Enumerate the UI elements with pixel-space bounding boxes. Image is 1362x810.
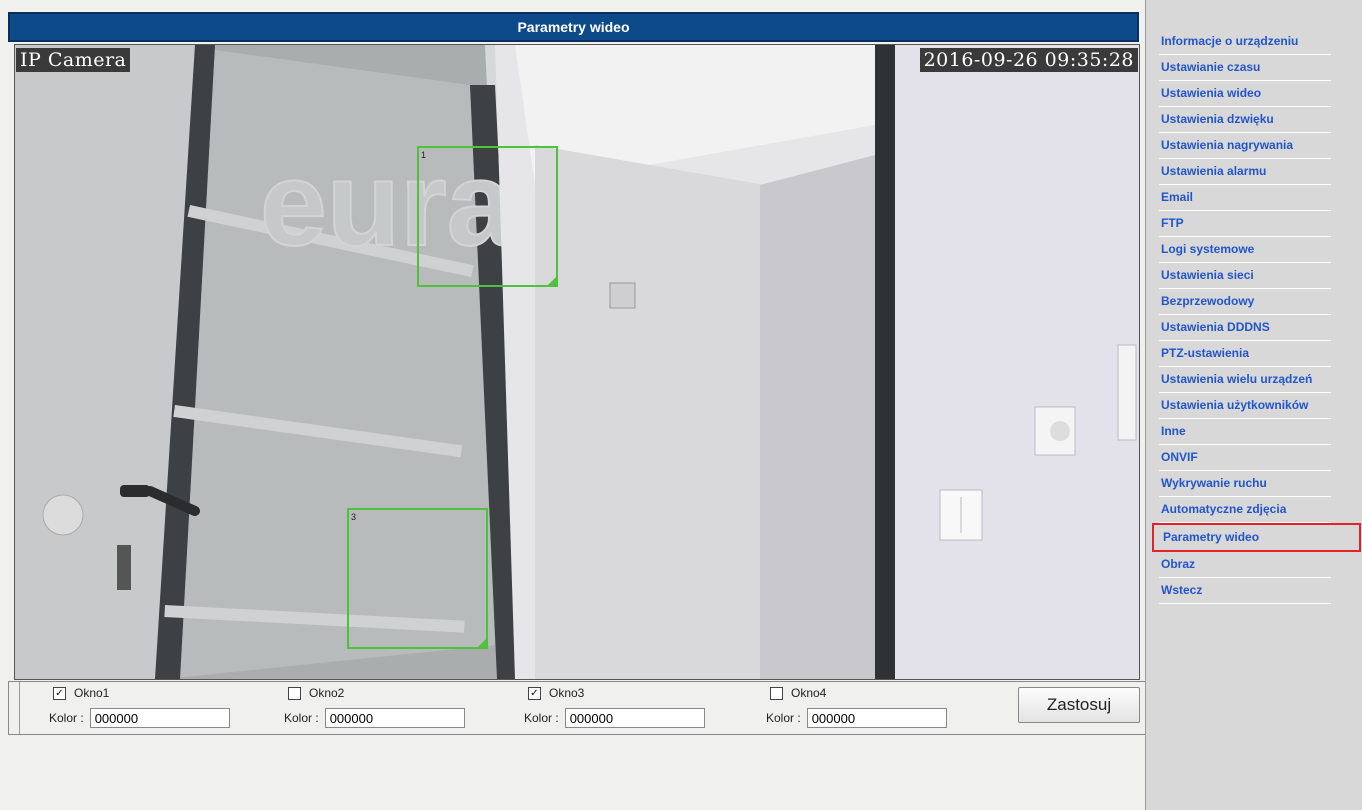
zone-number: 1 [421, 150, 427, 160]
osd-camera-name: IP Camera [16, 48, 131, 72]
sidebar-item-system-logs[interactable]: Logi systemowe [1159, 237, 1331, 263]
sidebar-item-recording[interactable]: Ustawienia nagrywania [1159, 133, 1331, 159]
zone-resize-handle[interactable] [478, 639, 486, 647]
sidebar-item-ptz[interactable]: PTZ-ustawienia [1159, 341, 1331, 367]
okno1-group: ✓ Okno1 Kolor : [49, 686, 279, 734]
sidebar-item-back[interactable]: Wstecz [1159, 578, 1331, 604]
motion-zone-3[interactable]: 3 [347, 508, 488, 649]
okno3-checkbox[interactable]: ✓ [528, 686, 541, 700]
sidebar-item-device-info[interactable]: Informacje o urządzeniu [1159, 29, 1331, 55]
motion-zone-1[interactable]: 1 [417, 146, 558, 287]
sidebar-item-other[interactable]: Inne [1159, 419, 1331, 445]
kolor-label: Kolor : [766, 711, 801, 725]
divider [19, 682, 20, 734]
sidebar-item-ddns[interactable]: Ustawienia DDDNS [1159, 315, 1331, 341]
zone-resize-handle[interactable] [548, 277, 556, 285]
panel-title: Parametry wideo [8, 12, 1139, 42]
sidebar-item-email[interactable]: Email [1159, 185, 1331, 211]
camera-video-view[interactable]: eura IP Camera 2016-09-26 09:35:28 1 3 [14, 44, 1140, 680]
zone-settings-bar: ✓ Okno1 Kolor : Okno2 Kolor : ✓ Okno3 [8, 681, 1148, 735]
okno4-label: Okno4 [791, 686, 827, 700]
okno4-checkbox[interactable] [770, 686, 783, 700]
sidebar-menu: Informacje o urządzeniu Ustawianie czasu… [1146, 29, 1362, 604]
okno1-checkbox[interactable]: ✓ [53, 686, 66, 700]
okno3-label: Okno3 [549, 686, 585, 700]
camera-scene-image: eura [15, 45, 1139, 679]
okno2-color-input[interactable] [324, 708, 465, 728]
sidebar-item-onvif[interactable]: ONVIF [1159, 445, 1331, 471]
apply-button[interactable]: Zastosuj [1018, 687, 1140, 723]
sidebar-item-multi-device[interactable]: Ustawienia wielu urządzeń [1159, 367, 1331, 393]
okno3-color-input[interactable] [564, 708, 705, 728]
sidebar-item-users[interactable]: Ustawienia użytkowników [1159, 393, 1331, 419]
sidebar-item-ftp[interactable]: FTP [1159, 211, 1331, 237]
okno4-color-input[interactable] [806, 708, 947, 728]
sidebar-item-motion-detection[interactable]: Wykrywanie ruchu [1159, 471, 1331, 497]
kolor-label: Kolor : [524, 711, 559, 725]
sidebar-item-video-parameters[interactable]: Parametry wideo [1152, 523, 1361, 552]
sidebar-item-time[interactable]: Ustawianie czasu [1159, 55, 1331, 81]
settings-sidebar: Informacje o urządzeniu Ustawianie czasu… [1145, 0, 1362, 810]
okno2-checkbox[interactable] [288, 686, 301, 700]
sidebar-item-image[interactable]: Obraz [1159, 552, 1331, 578]
kolor-label: Kolor : [49, 711, 84, 725]
sidebar-item-audio[interactable]: Ustawienia dzwięku [1159, 107, 1331, 133]
sidebar-item-alarm[interactable]: Ustawienia alarmu [1159, 159, 1331, 185]
okno2-label: Okno2 [309, 686, 345, 700]
kolor-label: Kolor : [284, 711, 319, 725]
okno1-color-input[interactable] [89, 708, 230, 728]
sidebar-item-auto-snapshots[interactable]: Automatyczne zdjęcia [1159, 497, 1331, 523]
okno4-group: Okno4 Kolor : [766, 686, 996, 734]
okno3-group: ✓ Okno3 Kolor : [524, 686, 754, 734]
sidebar-item-wireless[interactable]: Bezprzewodowy [1159, 289, 1331, 315]
divider [9, 734, 1147, 735]
osd-timestamp: 2016-09-26 09:35:28 [919, 48, 1138, 72]
main-panel: Parametry wideo eura IP Camera 2016-09-2… [0, 0, 1148, 810]
sidebar-item-video-settings[interactable]: Ustawienia wideo [1159, 81, 1331, 107]
okno2-group: Okno2 Kolor : [284, 686, 514, 734]
okno1-label: Okno1 [74, 686, 110, 700]
zone-number: 3 [351, 512, 357, 522]
sidebar-item-network[interactable]: Ustawienia sieci [1159, 263, 1331, 289]
